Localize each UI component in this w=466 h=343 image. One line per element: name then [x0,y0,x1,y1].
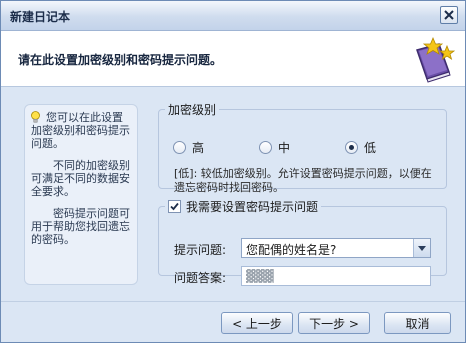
encryption-level-group: 加密级别 高 中 低 [低]: 较低加密级别。允许设置密码提示问题，以便在遗忘密… [158,101,447,194]
checkmark-icon [170,202,179,211]
previous-button[interactable]: < 上一步 [221,312,293,334]
password-hint-legend: 我需要设置密码提示问题 [165,198,321,215]
radio-button-selected[interactable] [345,141,358,154]
radio-low[interactable]: 低 [345,139,376,156]
encryption-level-legend: 加密级别 [168,103,217,117]
answer-input[interactable] [241,266,431,286]
chevron-down-icon [418,245,426,251]
next-button[interactable]: 下一步 > [298,312,370,334]
title-bar[interactable]: 新建日记本 [1,1,465,31]
question-label: 提示问题: [174,243,227,257]
answer-label: 问题答案: [174,271,227,285]
tip-text-3: 密码提示问题可用于帮助您找回遗忘的密码。 [31,207,130,246]
question-select[interactable]: 您配偶的姓名是? [241,238,431,258]
radio-label: 中 [278,141,291,155]
book-stars-icon [416,36,456,83]
radio-medium[interactable]: 中 [259,139,290,156]
page-heading: 请在此设置加密级别和密码提示问题。 [18,53,223,67]
cancel-button[interactable]: 取消 [384,312,451,334]
radio-high[interactable]: 高 [173,139,204,156]
encryption-level-options: 高 中 低 [173,139,433,155]
radio-label: 高 [192,141,205,155]
hint-checkbox-label[interactable]: 我需要设置密码提示问题 [186,198,318,215]
radio-button[interactable] [173,141,186,154]
header-panel: 请在此设置加密级别和密码提示问题。 [1,31,465,87]
tips-panel: 您可以在此设置加密级别和密码提示问题。 不同的加密级别可满足不同的数据安全要求。… [24,104,138,285]
footer-bar: < 上一步 下一步 > 取消 [1,301,465,342]
hint-checkbox[interactable] [168,200,181,213]
tip-text-2: 不同的加密级别可满足不同的数据安全要求。 [31,159,130,198]
password-hint-group: 我需要设置密码提示问题 提示问题: 您配偶的姓名是? 问题答案: [158,198,447,286]
tip-paragraph: 您可以在此设置加密级别和密码提示问题。 [31,111,133,150]
radio-label: 低 [364,141,377,155]
radio-button[interactable] [259,141,272,154]
encryption-level-description: [低]: 较低加密级别。允许设置密码提示问题，以便在遗忘密码时找回密码。 [174,167,432,194]
close-icon [444,10,454,20]
close-button[interactable] [440,6,458,24]
lightbulb-icon [31,111,40,123]
dropdown-button[interactable] [413,239,430,257]
dialog-window: 新建日记本 请在此设置加密级别和密码提示问题。 您可以在此设置加密级别和密码提示… [0,0,466,343]
tip-text-1: 您可以在此设置加密级别和密码提示问题。 [31,111,130,150]
window-title: 新建日记本 [10,10,71,24]
question-select-value: 您配偶的姓名是? [246,243,337,257]
